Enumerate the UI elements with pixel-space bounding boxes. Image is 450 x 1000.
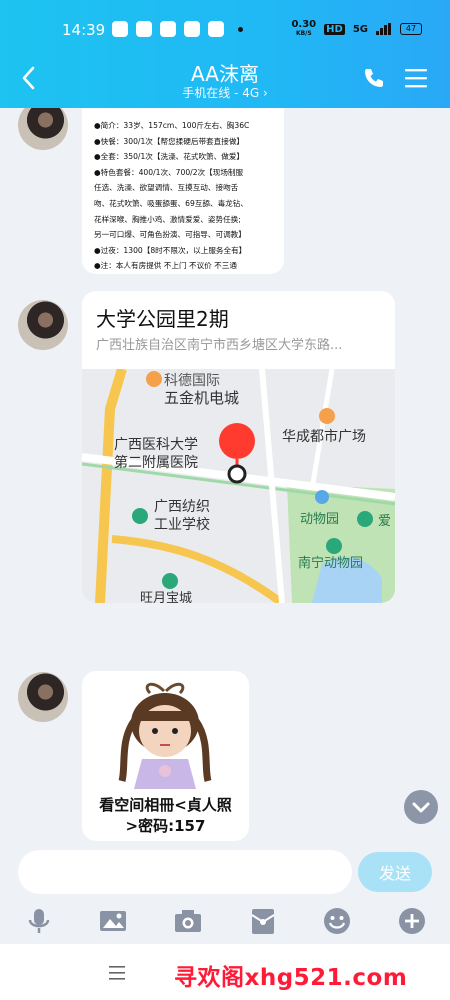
phone-icon[interactable] (362, 66, 386, 90)
text-message-bubble[interactable]: ●简介：33岁、157cm、100斤左右、胸36C ●快餐：300/1次【帮您揉… (82, 108, 284, 274)
image-icon[interactable] (98, 906, 128, 936)
poi-marker (326, 538, 342, 554)
message-line: 任选、洗澡、欲望调情、互摸互动、接吻舌 (94, 183, 239, 193)
map-label: 广西医科大学 (114, 437, 198, 453)
message-line: 花样深喉、胸推小鸡、激情爱爱、姿势任换; (94, 214, 241, 224)
app-notification-icon (112, 21, 128, 37)
app-notification-icon (208, 21, 224, 37)
status-right: 0.30 KB/S HD 5G 47 (291, 20, 422, 38)
message-line: ●注：本人有房提供 不上门 不议价 不三通 (94, 261, 237, 271)
map-label: 南宁动物园 (298, 555, 363, 571)
chat-header: 14:39 0.30 KB/S HD 5G 47 AA沫离 手机在线 - 4G … (0, 0, 450, 108)
message-line: ●过夜：1300【8时不限次，以上服务全有】 (94, 245, 247, 255)
sticker-caption: >密码:157 (125, 817, 206, 835)
poi-marker (146, 371, 162, 387)
more-notifications-icon (238, 26, 243, 32)
location-title: 大学公园里2期 (96, 307, 229, 331)
avatar[interactable] (18, 672, 68, 722)
notification-icons (112, 21, 243, 37)
app-notification-icon (160, 21, 176, 37)
poi-marker (132, 508, 148, 524)
message-line: ●全套：350/1次【洗澡、花式吹箫、做爱】 (94, 152, 245, 162)
map-label: 广西纺织 (154, 499, 210, 515)
input-row: 发送 (0, 846, 450, 898)
map-label: 华成都市广场 (282, 428, 366, 445)
location-address: 广西壮族自治区南宁市西乡塘区大学东路... (96, 338, 343, 353)
map-label: 第二附属医院 (114, 454, 198, 471)
poi-marker (315, 490, 329, 504)
map-label: 科德国际 (164, 373, 220, 389)
sticker-caption: 看空间相冊<貞人照 (99, 796, 232, 814)
send-button[interactable]: 发送 (358, 852, 432, 892)
scroll-down-button[interactable] (404, 790, 438, 824)
bottom-nav: 寻欢阁xhg521.com (0, 944, 450, 1000)
hamburger-icon[interactable] (108, 964, 126, 982)
red-packet-icon[interactable] (248, 906, 278, 936)
watermark-text: 寻欢阁xhg521.com (174, 965, 408, 991)
emoji-icon[interactable] (322, 906, 352, 936)
map-pin-icon (219, 423, 255, 459)
chevron-down-icon (412, 802, 430, 813)
map-label: 旺月宝城 (140, 591, 192, 603)
map-pin-base (227, 464, 247, 484)
status-bar: 14:39 0.30 KB/S HD 5G 47 (0, 18, 450, 44)
poi-marker (357, 511, 373, 527)
microphone-icon[interactable] (24, 906, 54, 936)
map-label: 工业学校 (154, 516, 210, 533)
message-line: ●快餐：300/1次【帮您揉硬后带套直接做】 (94, 136, 245, 146)
battery-icon: 47 (400, 23, 422, 35)
title-bar: AA沫离 手机在线 - 4G › (0, 58, 450, 102)
map-label: 动物园 (300, 512, 339, 527)
status-time: 14:39 (62, 21, 106, 39)
message-line: ●特色套餐：400/1次、700/2次【现场制服 (94, 167, 244, 177)
input-toolbar (0, 900, 450, 944)
message-line: ●简介：33岁、157cm、100斤左右、胸36C (94, 121, 250, 130)
camera-icon[interactable] (173, 906, 203, 936)
plus-icon[interactable] (397, 906, 427, 936)
map-label: 爱 (378, 514, 391, 529)
app-notification-icon (184, 21, 200, 37)
net-speed: 0.30 KB/S (291, 19, 317, 38)
map-label: 五金机电城 (164, 389, 239, 407)
poi-marker (319, 408, 335, 424)
message-line: 吻、花式吹箫、吸蛋舔蛋、69互舔、毒龙钻、 (94, 198, 248, 208)
signal-label: 5G (352, 23, 368, 35)
location-message-bubble[interactable]: 大学公园里2期 广西壮族自治区南宁市西乡塘区大学东路... 科德国际 五金机电城… (82, 291, 395, 603)
message-line: 另一可口爆、可角色扮演、可指导、可调教】 (94, 230, 246, 240)
message-input[interactable] (18, 850, 352, 894)
sticker-image (118, 682, 212, 789)
sticker-message-bubble[interactable]: 看空间相冊<貞人照 >密码:157 (82, 671, 249, 841)
hd-badge: HD (324, 23, 345, 35)
map-preview[interactable]: 科德国际 五金机电城 广西医科大学 第二附属医院 华成都市广场 广西纺织 工业学… (82, 369, 395, 603)
signal-icon (376, 23, 391, 35)
menu-icon[interactable] (404, 66, 428, 90)
avatar[interactable] (18, 300, 68, 350)
app-notification-icon (136, 21, 152, 37)
poi-marker (162, 573, 178, 589)
